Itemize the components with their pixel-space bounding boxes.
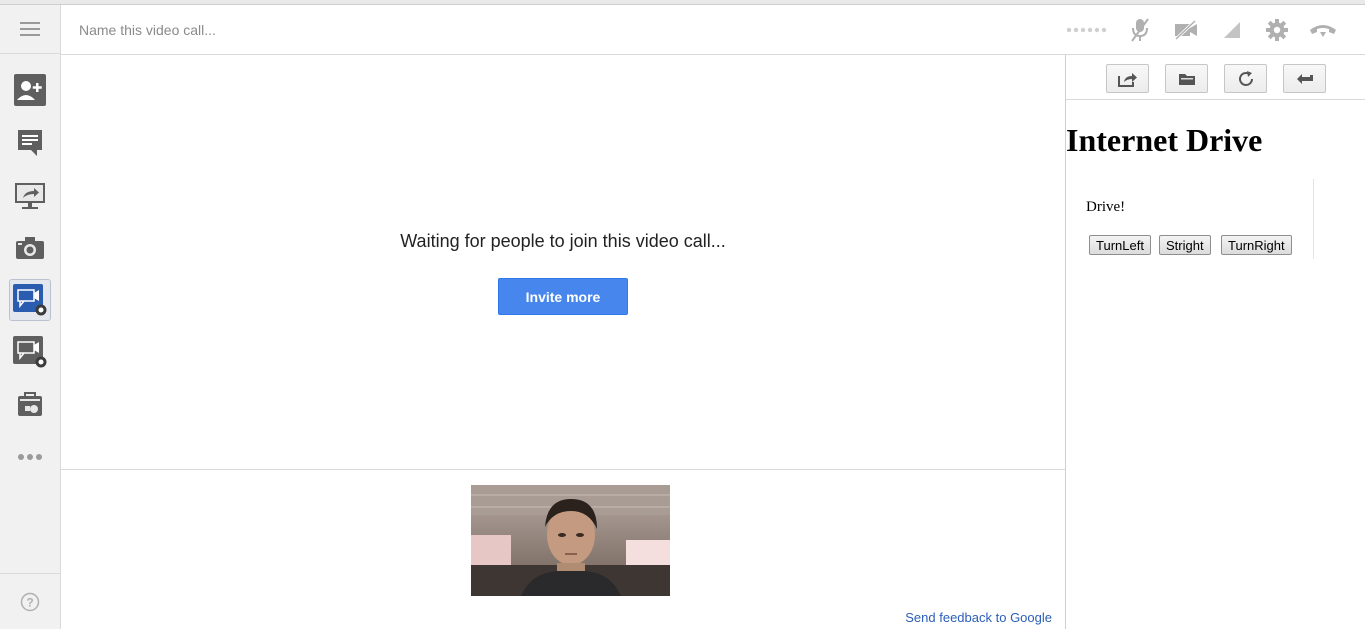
chat-button[interactable]	[9, 122, 51, 164]
invite-person-icon	[14, 74, 46, 106]
folder-icon	[1178, 73, 1195, 85]
invite-more-button[interactable]: Invite more	[498, 278, 628, 315]
mute-mic-icon	[1131, 18, 1149, 42]
turn-right-button[interactable]: TurnRight	[1221, 235, 1292, 255]
filmstrip: Send feedback to Google	[61, 469, 1065, 629]
app-gallery-button[interactable]	[9, 383, 51, 425]
mute-microphone-button[interactable]	[1127, 17, 1153, 43]
more-dots-icon	[18, 454, 42, 460]
share-icon	[1117, 72, 1137, 87]
hangout-app-icon	[13, 336, 47, 368]
camera-toggle-button[interactable]	[1171, 17, 1201, 43]
more-apps-button[interactable]	[9, 436, 51, 478]
open-folder-button[interactable]	[1165, 64, 1208, 93]
hangout-app-button[interactable]	[9, 331, 51, 373]
send-feedback-link[interactable]: Send feedback to Google	[905, 610, 1052, 625]
app-gallery-icon	[18, 392, 42, 416]
chat-icon	[18, 130, 42, 156]
turn-left-button[interactable]: TurnLeft	[1089, 235, 1151, 255]
left-toolbar: ?	[0, 5, 61, 629]
waiting-message: Waiting for people to join this video ca…	[400, 231, 726, 251]
self-video-thumbnail[interactable]	[471, 485, 670, 596]
camera-off-icon	[1174, 20, 1197, 40]
capture-camera-icon	[16, 237, 44, 259]
back-arrow-icon	[1296, 73, 1313, 84]
bandwidth-icon	[1224, 22, 1240, 38]
capture-button[interactable]	[9, 227, 51, 269]
hang-up-icon	[1310, 25, 1336, 37]
drive-controls-box: Drive! TurnLeft Stright TurnRight	[1074, 179, 1314, 259]
back-button[interactable]	[1283, 64, 1326, 93]
refresh-icon	[1238, 70, 1253, 86]
signal-dots-icon	[1066, 27, 1107, 33]
hamburger-menu-icon	[20, 22, 40, 36]
settings-button[interactable]	[1264, 17, 1290, 43]
help-button[interactable]: ?	[0, 573, 60, 629]
bandwidth-button[interactable]	[1219, 17, 1245, 43]
share-app-button[interactable]	[1106, 64, 1149, 93]
app-side-panel: Internet Drive Drive! TurnLeft Stright T…	[1065, 55, 1365, 629]
invite-people-button[interactable]	[9, 69, 51, 111]
svg-text:?: ?	[26, 595, 33, 609]
app-title: Internet Drive	[1066, 122, 1263, 158]
settings-gear-icon	[1266, 19, 1288, 41]
drive-label: Drive!	[1086, 199, 1126, 215]
call-top-bar	[61, 5, 1365, 55]
screenshare-button[interactable]	[9, 175, 51, 217]
refresh-app-button[interactable]	[1224, 64, 1267, 93]
call-name-input[interactable]	[79, 19, 479, 41]
hangout-app-active-button[interactable]	[9, 279, 51, 321]
screenshare-icon	[15, 183, 45, 209]
menu-button[interactable]	[0, 5, 60, 54]
main-stage: Waiting for people to join this video ca…	[61, 55, 1065, 469]
hang-up-button[interactable]	[1307, 17, 1339, 43]
hangout-app-icon	[13, 284, 47, 316]
self-video-image	[471, 485, 670, 596]
help-icon: ?	[20, 592, 40, 611]
app-panel-toolbar	[1066, 55, 1365, 100]
signal-indicator	[1065, 17, 1109, 43]
straight-button[interactable]: Stright	[1159, 235, 1211, 255]
